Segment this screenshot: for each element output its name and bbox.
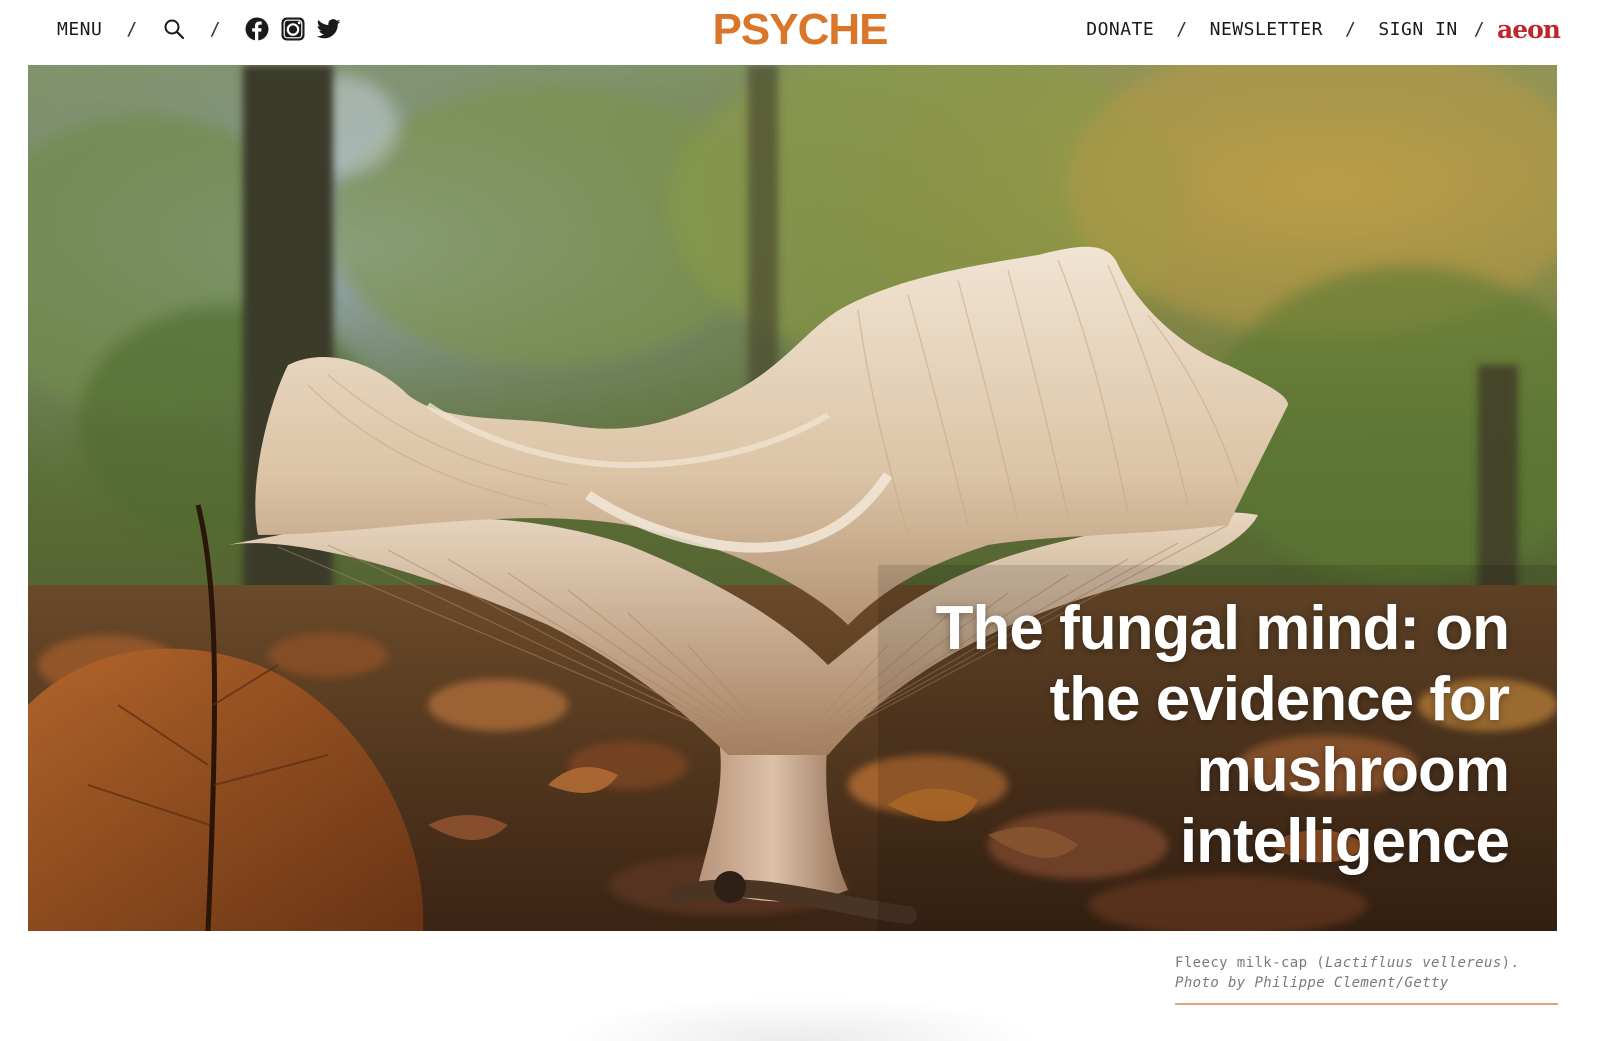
bottom-shadow bbox=[560, 995, 1040, 1041]
search-icon[interactable] bbox=[162, 17, 186, 41]
hero-image: The fungal mind: on the evidence for mus… bbox=[28, 65, 1557, 931]
sign-in-link[interactable]: SIGN IN bbox=[1378, 19, 1457, 40]
newsletter-link[interactable]: NEWSLETTER bbox=[1210, 19, 1323, 40]
article-title: The fungal mind: on the evidence for mus… bbox=[935, 594, 1510, 876]
caption-divider bbox=[1175, 1003, 1558, 1005]
header-left-nav: MENU / / bbox=[57, 14, 341, 44]
facebook-icon[interactable] bbox=[245, 17, 269, 41]
nav-separator: / bbox=[1344, 18, 1357, 40]
aeon-logo[interactable]: aeon bbox=[1497, 17, 1561, 42]
psyche-logo[interactable]: PSYCHE bbox=[713, 4, 889, 56]
header-right-nav: DONATE / NEWSLETTER / SIGN IN / aeon bbox=[1086, 14, 1561, 44]
caption-species: Lactifluus vellereus bbox=[1325, 955, 1502, 971]
social-links bbox=[245, 17, 341, 41]
caption-common-name: Fleecy milk-cap ( bbox=[1175, 955, 1326, 971]
nav-separator: / bbox=[1176, 18, 1188, 40]
instagram-icon[interactable] bbox=[281, 17, 305, 41]
image-caption: Fleecy milk-cap (Lactifluus vellereus). … bbox=[1175, 953, 1560, 993]
nav-separator: / bbox=[209, 18, 222, 40]
caption-mid: ). bbox=[1501, 955, 1520, 971]
nav-separator: / bbox=[1473, 18, 1486, 40]
caption-credit: Photo by Philippe Clement/Getty bbox=[1175, 975, 1449, 991]
donate-link[interactable]: DONATE bbox=[1086, 19, 1154, 40]
menu-button[interactable]: MENU bbox=[57, 19, 102, 40]
twitter-icon[interactable] bbox=[317, 17, 341, 41]
site-header: MENU / / PSYCHE DONATE / NEWSLETTER / SI… bbox=[0, 0, 1600, 64]
nav-separator: / bbox=[126, 18, 138, 40]
